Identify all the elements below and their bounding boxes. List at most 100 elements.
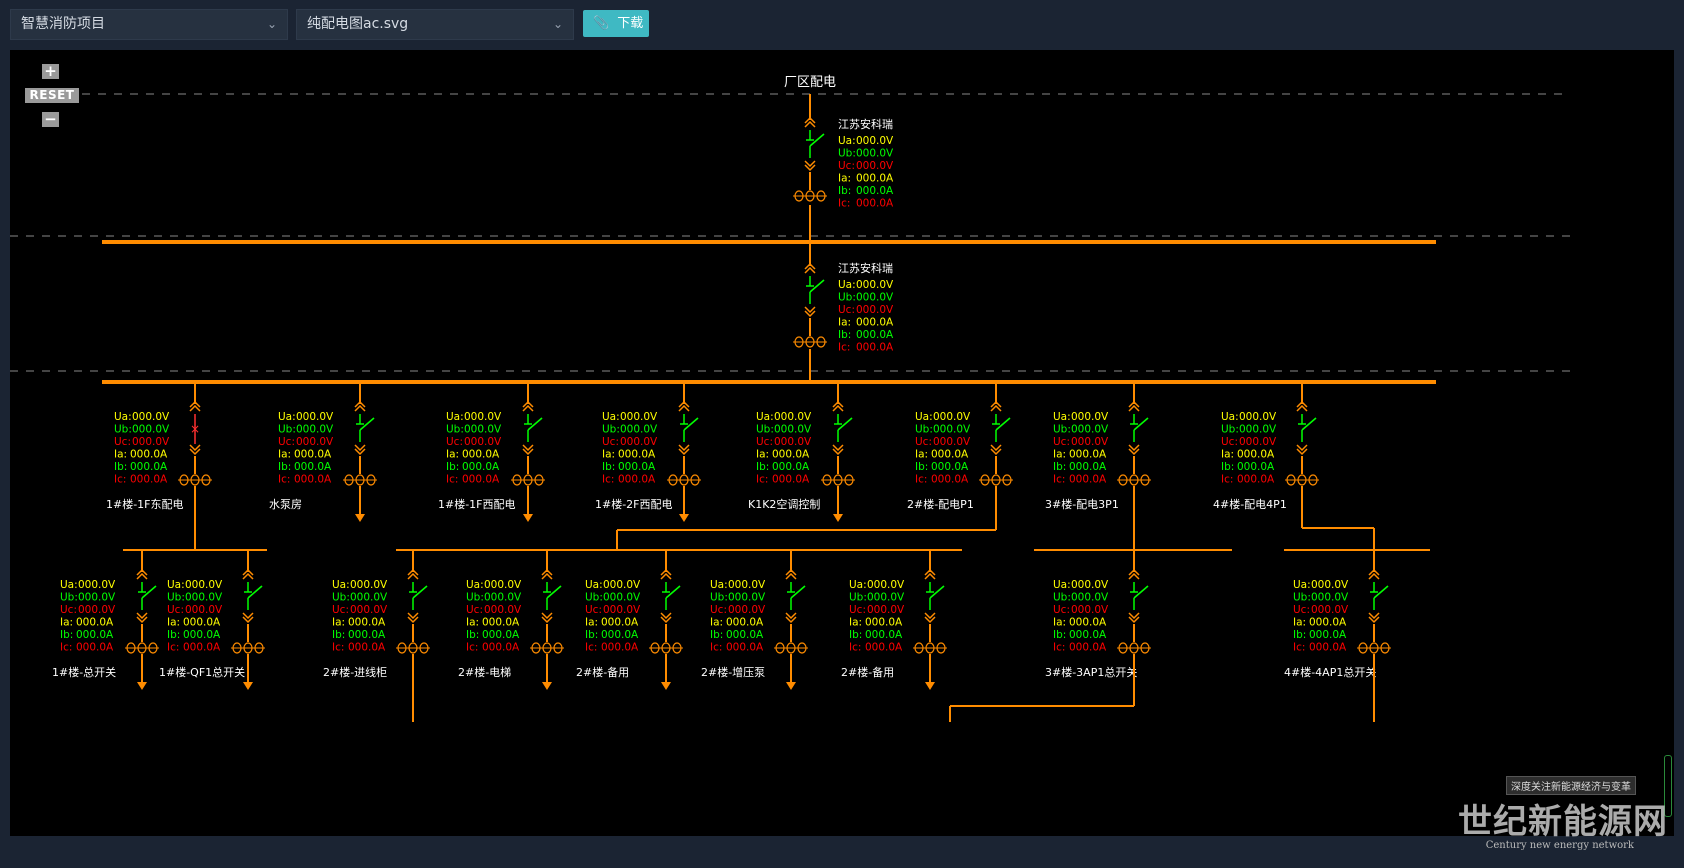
meter-value-ib: 000.0A (348, 629, 386, 641)
arrow-down-icon (925, 682, 935, 690)
meter-label-ib: Ib: (585, 629, 598, 641)
meter-value-ic: 000.0A (865, 642, 903, 654)
meter-label-uc: Uc: (1293, 604, 1310, 616)
meter-label-ua: Ua: (446, 411, 464, 423)
meter-label-ub: Ub: (915, 424, 933, 436)
meter-label-uc: Uc: (756, 436, 773, 448)
meter-value-ib: 000.0A (183, 629, 221, 641)
meter-value-ic: 000.0A (618, 474, 656, 486)
feeder-label: 1#楼-1F西配电 (438, 497, 516, 511)
meter-value-ia: 000.0A (931, 449, 969, 461)
contact-chevron (1128, 572, 1140, 580)
meter-label-uc: Uc: (710, 604, 727, 616)
project-select[interactable]: 智慧消防项目 ⌄ (10, 9, 288, 40)
meter-label-ib: Ib: (1221, 461, 1234, 473)
meter-value-ub: 000.0V (1311, 592, 1349, 604)
meter-value-ib: 000.0A (601, 629, 639, 641)
meter-label-ic: Ic: (332, 642, 344, 654)
meter-value-ia: 000.0A (772, 449, 810, 461)
meter-value-uc: 000.0V (728, 604, 766, 616)
contact-chevron (541, 612, 553, 620)
meter-value-ic: 000.0A (348, 642, 386, 654)
contact-chevron (1128, 612, 1140, 620)
meter-value-ic: 000.0A (1309, 642, 1347, 654)
meter-value-ia: 000.0A (1309, 617, 1347, 629)
meter-value-ia: 000.0A (601, 617, 639, 629)
feeder-label: 2#楼-增压泵 (701, 665, 765, 679)
meter-label-ib: Ib: (332, 629, 345, 641)
meter-label-ua: Ua: (1053, 411, 1071, 423)
diagram-canvas[interactable]: 厂区配电 江苏安科瑞 Ua: 000.0V Ub: 000.0V Uc: 000.0V Ia: 0… (10, 50, 1674, 836)
feeder-label: 1#楼-2F西配电 (595, 497, 673, 511)
meter-value-ic: 000.0A (601, 642, 639, 654)
download-button[interactable]: 📎 下载 (583, 10, 649, 37)
meter-value-uc: 000.0V (296, 436, 334, 448)
meter-value-ub: 000.0V (856, 148, 894, 160)
contact-chevron (1368, 612, 1380, 620)
meter-label-ic: Ic: (60, 642, 72, 654)
zoom-reset-button[interactable]: RESET (25, 88, 79, 103)
meter-value-ib: 000.0A (1237, 461, 1275, 473)
meter-label-ua: Ua: (915, 411, 933, 423)
meter-label-ia: Ia: (585, 617, 598, 629)
watermark-subtitle: Century new energy network (1485, 840, 1634, 851)
contact-chevron (242, 612, 254, 620)
meter-label-ib: Ib: (1293, 629, 1306, 641)
meter-label-ic: Ic: (710, 642, 722, 654)
zoom-out-button[interactable]: − (42, 112, 59, 127)
meter-label-ib: Ib: (838, 185, 851, 197)
meter-label-ia: Ia: (1293, 617, 1306, 629)
meter-label-ub: Ub: (602, 424, 620, 436)
feeder-label: 1#楼-QF1总开关 (159, 665, 245, 679)
meter-label-uc: Uc: (602, 436, 619, 448)
meter-value-ua: 000.0V (856, 135, 894, 147)
meter-value-ub: 000.0V (1071, 592, 1109, 604)
meter-value-ic: 000.0A (76, 642, 114, 654)
arrow-down-icon (523, 514, 533, 522)
meter-value-ua: 000.0V (728, 579, 766, 591)
contact-chevron (354, 444, 366, 452)
meter-value-uc: 000.0V (867, 604, 905, 616)
meter-label-ia: Ia: (278, 449, 291, 461)
meter-value-ic: 000.0A (482, 642, 520, 654)
meter-label-uc: Uc: (1053, 604, 1070, 616)
meter-value-ia: 000.0A (865, 617, 903, 629)
meter-label-ua: Ua: (114, 411, 132, 423)
meter-value-uc: 000.0V (78, 604, 116, 616)
meter-value-ua: 000.0V (1239, 411, 1277, 423)
feeder-label: 1#楼-总开关 (52, 665, 116, 679)
meter-value-ub: 000.0V (1239, 424, 1277, 436)
meter-label-ia: Ia: (1053, 449, 1066, 461)
meter-label-ib: Ib: (756, 461, 769, 473)
meter-label-ic: Ic: (1293, 642, 1305, 654)
file-select[interactable]: 纯配电图ac.svg ⌄ (296, 9, 574, 40)
contact-chevron (136, 612, 148, 620)
meter-label-ub: Ub: (1293, 592, 1311, 604)
meter-value-ub: 000.0V (774, 424, 812, 436)
meter-value-uc: 000.0V (1311, 604, 1349, 616)
meter-label-ua: Ua: (1053, 579, 1071, 591)
meter-value-ic: 000.0A (462, 474, 500, 486)
meter-value-ua: 000.0V (603, 579, 641, 591)
zoom-in-button[interactable]: + (42, 64, 59, 79)
meter-label-ia: Ia: (332, 617, 345, 629)
meter-label-ic: Ic: (585, 642, 597, 654)
contact-chevron (804, 120, 816, 128)
meter-label-ua: Ua: (602, 411, 620, 423)
contact-chevron (136, 572, 148, 580)
feeder-label: 水泵房 (269, 498, 302, 511)
contact-chevron (407, 612, 419, 620)
meter-label-ub: Ub: (838, 292, 856, 304)
meter-value-ic: 000.0A (772, 474, 810, 486)
meter-value-ua: 000.0V (78, 579, 116, 591)
meter-value-ia: 000.0A (1237, 449, 1275, 461)
feeder-label: 2#楼-配电P1 (907, 497, 974, 511)
meter-value-ua: 000.0V (933, 411, 971, 423)
meter-label-ia: Ia: (1221, 449, 1234, 461)
meter-value-ic: 000.0A (183, 642, 221, 654)
meter-label-ic: Ic: (756, 474, 768, 486)
project-select-value: 智慧消防项目 (21, 16, 105, 32)
meter-value-ub: 000.0V (484, 592, 522, 604)
arrow-down-icon (542, 682, 552, 690)
meter-value-uc: 000.0V (132, 436, 170, 448)
